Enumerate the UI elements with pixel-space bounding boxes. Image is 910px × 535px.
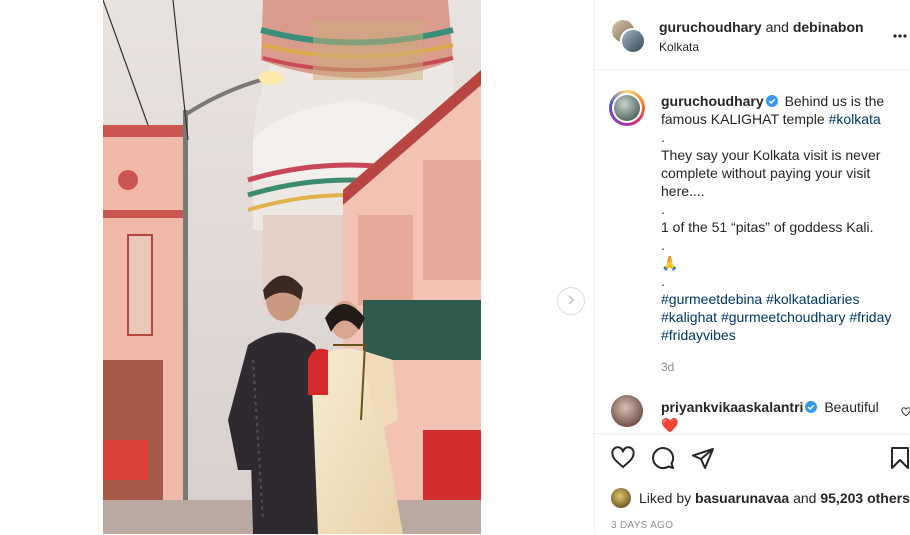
- caption-separator: .: [661, 273, 665, 289]
- hashtag-link[interactable]: #friday: [849, 309, 891, 325]
- hashtag-link[interactable]: #gurmeetdebina: [661, 291, 762, 307]
- heart-icon[interactable]: [611, 446, 635, 475]
- share-icon[interactable]: [691, 446, 715, 475]
- caption-avatar[interactable]: [609, 90, 645, 126]
- likes-joiner: and: [793, 490, 817, 506]
- verified-badge-icon: [805, 399, 818, 413]
- caption-text: They say your Kolkata visit is never com…: [661, 147, 881, 199]
- caption-separator: .: [661, 237, 665, 253]
- avatar: [620, 28, 646, 54]
- comment-item: priyankvikaaskalantri Beautiful ❤️: [661, 398, 901, 432]
- post-owners: guruchoudhary and debinabon Kolkata: [659, 18, 864, 56]
- hashtag-link[interactable]: #kolkatadiaries: [766, 291, 859, 307]
- likes-prefix: Liked by: [639, 490, 692, 506]
- comments-section[interactable]: guruchoudhary Behind us is the famous KA…: [595, 70, 910, 432]
- post-photo[interactable]: [103, 0, 481, 534]
- caption-timestamp[interactable]: 3d: [661, 358, 903, 376]
- caption-emoji: 🙏: [661, 255, 679, 271]
- post-caption: guruchoudhary Behind us is the famous KA…: [661, 92, 903, 376]
- hashtag-link[interactable]: #kolkata: [829, 111, 881, 127]
- post-date[interactable]: 3 DAYS AGO: [611, 520, 673, 531]
- comment-like-heart-icon[interactable]: [901, 404, 910, 422]
- photo-pane: [0, 0, 594, 534]
- location-link[interactable]: Kolkata: [659, 38, 864, 56]
- owner-username-link[interactable]: guruchoudhary: [659, 19, 762, 35]
- chevron-right-icon: [566, 292, 576, 310]
- comment-emoji: ❤️: [661, 417, 679, 432]
- collaborator-username-link[interactable]: debinabon: [793, 19, 864, 35]
- bookmark-icon[interactable]: [889, 446, 910, 475]
- commenter-avatar[interactable]: [611, 395, 643, 427]
- comment-text: Beautiful: [824, 399, 879, 415]
- caption-separator: .: [661, 201, 665, 217]
- hashtag-link[interactable]: #kalighat: [661, 309, 717, 325]
- verified-badge-icon: [765, 93, 778, 107]
- liker-username-link[interactable]: basuarunavaa: [695, 489, 789, 507]
- caption-separator: .: [661, 129, 665, 145]
- hashtag-link[interactable]: #fridayvibes: [661, 327, 736, 343]
- more-options-icon[interactable]: [893, 25, 907, 43]
- likes-summary: Liked by basuarunavaa and 95,203 others: [611, 488, 910, 508]
- post-header: guruchoudhary and debinabon Kolkata: [595, 0, 910, 70]
- hashtag-link[interactable]: #gurmeetchoudhary: [721, 309, 846, 325]
- owners-joiner: and: [765, 19, 789, 35]
- post-details-pane: guruchoudhary and debinabon Kolkata guru…: [594, 0, 910, 534]
- likes-count-link[interactable]: 95,203 others: [820, 489, 910, 507]
- caption-text: 1 of the 51 “pitas” of goddess Kali.: [661, 219, 874, 235]
- commenter-username-link[interactable]: priyankvikaaskalantri: [661, 399, 803, 415]
- comment-icon[interactable]: [651, 446, 675, 475]
- collab-avatars[interactable]: [610, 18, 646, 54]
- caption-username-link[interactable]: guruchoudhary: [661, 93, 764, 109]
- liker-avatar[interactable]: [611, 488, 631, 508]
- next-photo-button[interactable]: [557, 287, 585, 315]
- post-actions: Liked by basuarunavaa and 95,203 others …: [595, 433, 910, 535]
